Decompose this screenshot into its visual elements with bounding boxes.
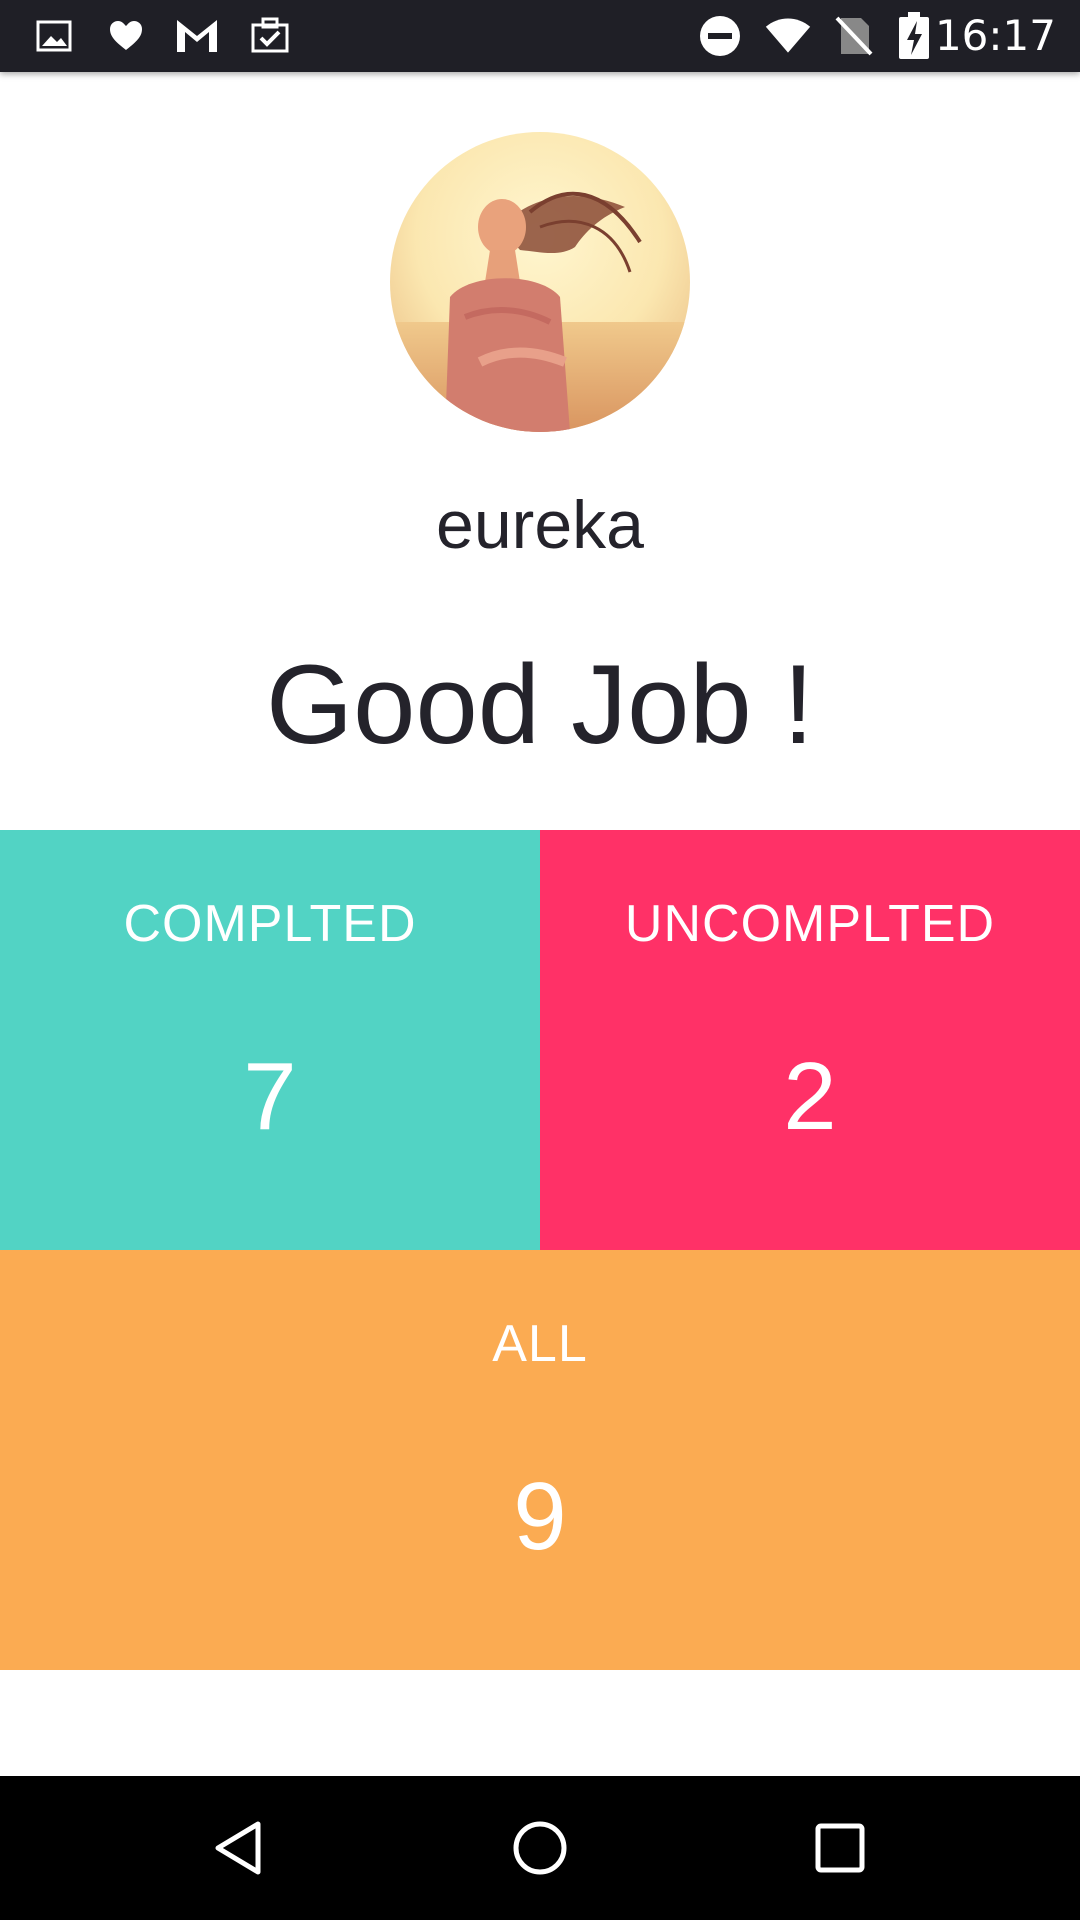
image-notification-icon <box>30 12 78 60</box>
recents-icon[interactable] <box>804 1812 876 1884</box>
uncompleted-tile[interactable]: UNCOMPLTED 2 <box>540 830 1080 1250</box>
uncompleted-label: UNCOMPLTED <box>624 895 996 953</box>
user-avatar[interactable] <box>390 132 690 432</box>
all-label: ALL <box>492 1315 588 1373</box>
all-tile[interactable]: ALL 9 <box>0 1250 1080 1670</box>
completed-label: COMPLTED <box>123 895 417 953</box>
completed-count: 7 <box>243 1043 297 1150</box>
uncompleted-count: 2 <box>783 1043 837 1150</box>
battery-charging-icon <box>890 12 938 60</box>
heart-notification-icon <box>102 12 150 60</box>
all-count: 9 <box>513 1463 567 1570</box>
headline: Good Job ! <box>266 642 814 767</box>
gmail-icon <box>173 12 221 60</box>
briefcase-check-icon <box>246 12 294 60</box>
username: eureka <box>436 487 644 563</box>
wifi-icon <box>764 12 812 60</box>
status-bar: 16:17 <box>0 0 1080 72</box>
no-sim-icon <box>830 12 878 60</box>
home-icon[interactable] <box>504 1812 576 1884</box>
do-not-disturb-icon <box>696 12 744 60</box>
navigation-bar <box>0 1776 1080 1920</box>
back-icon[interactable] <box>204 1812 276 1884</box>
status-clock: 16:17 <box>934 11 1056 60</box>
user-avatar-photo <box>390 132 690 432</box>
completed-tile[interactable]: COMPLTED 7 <box>0 830 540 1250</box>
